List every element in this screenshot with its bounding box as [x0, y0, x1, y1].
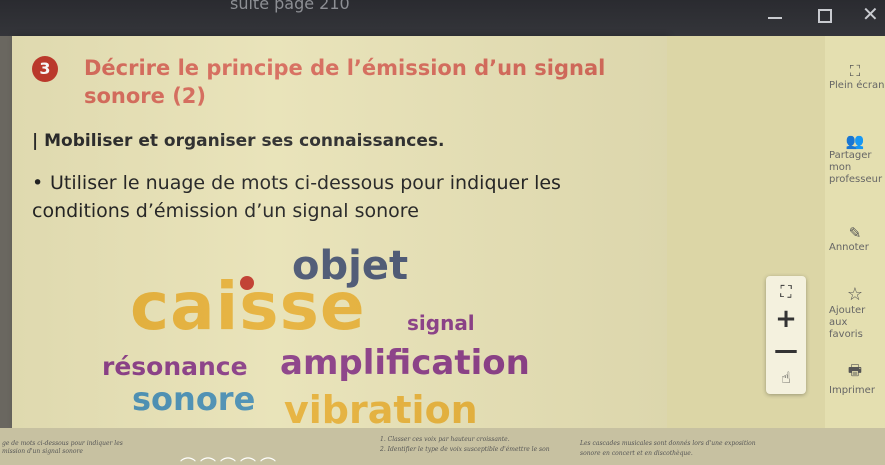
red-dot — [240, 276, 254, 290]
thumb-text-left-1: ge de mots ci-dessous pour indiquer les — [2, 440, 123, 447]
page-thumbnails-strip[interactable]: ge de mots ci-dessous pour indiquer les … — [0, 428, 885, 465]
word-sonore: sonore — [132, 380, 256, 418]
thumb-text-left-2: mission d'un signal sonore — [2, 448, 83, 455]
sidebar-label-fullscreen: Plein écran — [829, 80, 885, 91]
window-titlebar: suite page 210 ✕ — [0, 0, 885, 36]
question-title: Décrire le principe de l’émission d’un s… — [84, 56, 606, 108]
printer-icon: 🖶 — [847, 361, 863, 379]
left-page-edge — [0, 36, 12, 456]
tools-sidebar: ⛶ Plein écran 👥 Partager mon professeur … — [825, 36, 885, 428]
thumb-text-right-2: sonore en concert et en discothèque. — [580, 450, 693, 457]
sidebar-item-print[interactable]: 🖶 Imprimer — [825, 360, 885, 397]
sidebar-item-favorites[interactable]: ☆ Ajouter aux favoris — [825, 284, 885, 341]
sidebar-label-print: Imprimer — [829, 385, 875, 396]
fullscreen-icon: ⛶ — [849, 62, 861, 80]
share-users-icon: 👥 — [845, 132, 865, 150]
question-instruction: • Utiliser le nuage de mots ci-dessous po… — [32, 169, 662, 225]
word-resonance: résonance — [102, 352, 248, 381]
star-icon: ☆ — [846, 284, 864, 305]
textbook-page: 3 Décrire le principe de l’émission d’un… — [12, 36, 667, 432]
question-skill: | Mobiliser et organiser ses connaissanc… — [32, 131, 445, 151]
previous-page-caption: suite page 210 — [230, 0, 350, 13]
close-button[interactable]: ✕ — [862, 3, 879, 25]
thumb-illustration: ⌒⌒⌒⌒⌒ — [180, 452, 280, 465]
sidebar-label-share: Partager mon professeur — [829, 150, 883, 185]
word-amplification: amplification — [280, 343, 530, 383]
fit-page-icon[interactable]: ⛶ — [766, 282, 806, 302]
word-vibration: vibration — [284, 388, 478, 432]
sidebar-item-share[interactable]: 👥 Partager mon professeur — [825, 132, 885, 186]
bullet: • — [32, 172, 44, 194]
sidebar-item-annotate[interactable]: ✎ Annoter — [825, 224, 885, 254]
zoom-controls: ⛶ + — ☝ — [766, 276, 806, 394]
maximize-button[interactable] — [818, 9, 832, 23]
zoom-out-button[interactable]: — — [766, 336, 806, 364]
pan-hand-icon[interactable]: ☝ — [766, 368, 806, 387]
question-number: 3 — [32, 56, 58, 82]
zoom-in-button[interactable]: + — [766, 304, 806, 334]
sidebar-label-favorites: Ajouter aux favoris — [829, 305, 866, 340]
sidebar-item-fullscreen[interactable]: ⛶ Plein écran — [825, 62, 885, 92]
instruction-text: Utiliser le nuage de mots ci-dessous pou… — [32, 172, 561, 222]
sidebar-label-annotate: Annoter — [829, 242, 869, 253]
word-signal: signal — [407, 311, 475, 335]
thumb-text-right-1: Les cascades musicales sont donnés lors … — [580, 440, 756, 447]
thumb-text-mid-2: 2. Identifier le type de voix susceptibl… — [380, 446, 550, 453]
minimize-button[interactable] — [768, 17, 782, 19]
annotate-pen-icon: ✎ — [848, 224, 862, 242]
thumb-text-mid-1: 1. Classer ces voix par hauteur croissan… — [380, 436, 510, 443]
